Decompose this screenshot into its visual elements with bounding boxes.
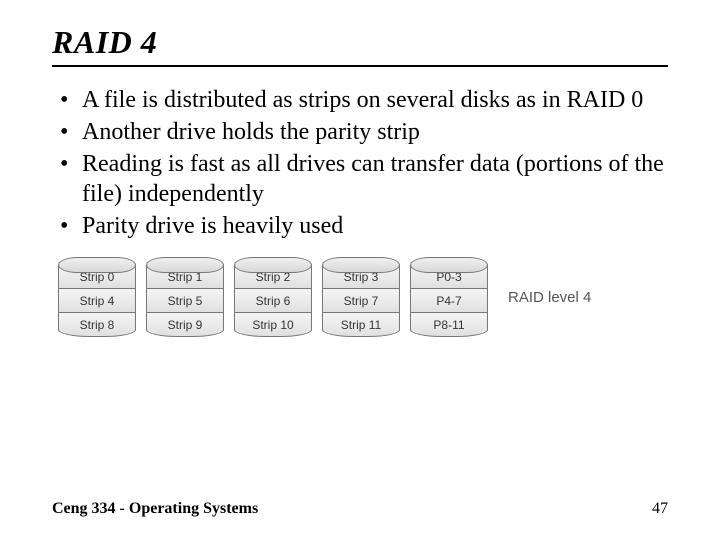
page-number: 47 bbox=[652, 500, 668, 518]
strip-label: Strip 4 bbox=[58, 289, 136, 313]
strip-label: Strip 6 bbox=[234, 289, 312, 313]
disk-top-icon bbox=[322, 257, 400, 273]
strip-label: Strip 10 bbox=[234, 313, 312, 337]
raid-diagram: Strip 0 Strip 4 Strip 8 Strip 1 Strip 5 … bbox=[52, 257, 668, 337]
strip-label: Strip 11 bbox=[322, 313, 400, 337]
disk: Strip 0 Strip 4 Strip 8 bbox=[58, 257, 136, 337]
footer-course: Ceng 334 - Operating Systems bbox=[52, 500, 258, 518]
disk-top-icon bbox=[410, 257, 488, 273]
parity-strip-label: P4-7 bbox=[410, 289, 488, 313]
bullet-item: Another drive holds the parity strip bbox=[82, 117, 668, 147]
disk-top-icon bbox=[146, 257, 224, 273]
strip-label: Strip 8 bbox=[58, 313, 136, 337]
bullet-item: Parity drive is heavily used bbox=[82, 211, 668, 241]
disk: Strip 2 Strip 6 Strip 10 bbox=[234, 257, 312, 337]
disk-top-icon bbox=[234, 257, 312, 273]
strip-label: Strip 7 bbox=[322, 289, 400, 313]
disk-top-icon bbox=[58, 257, 136, 273]
raid-level-label: RAID level 4 bbox=[508, 289, 591, 306]
strip-label: Strip 5 bbox=[146, 289, 224, 313]
title-divider bbox=[52, 65, 668, 67]
bullet-item: Reading is fast as all drives can transf… bbox=[82, 149, 668, 209]
parity-disk: P0-3 P4-7 P8-11 bbox=[410, 257, 488, 337]
disk-row: Strip 0 Strip 4 Strip 8 Strip 1 Strip 5 … bbox=[58, 257, 488, 337]
parity-strip-label: P8-11 bbox=[410, 313, 488, 337]
footer: Ceng 334 - Operating Systems 47 bbox=[52, 500, 668, 518]
disk: Strip 3 Strip 7 Strip 11 bbox=[322, 257, 400, 337]
bullet-list: A file is distributed as strips on sever… bbox=[52, 85, 668, 241]
slide-title: RAID 4 bbox=[52, 24, 668, 61]
strip-label: Strip 9 bbox=[146, 313, 224, 337]
disk: Strip 1 Strip 5 Strip 9 bbox=[146, 257, 224, 337]
slide: RAID 4 A file is distributed as strips o… bbox=[0, 0, 720, 540]
bullet-item: A file is distributed as strips on sever… bbox=[82, 85, 668, 115]
